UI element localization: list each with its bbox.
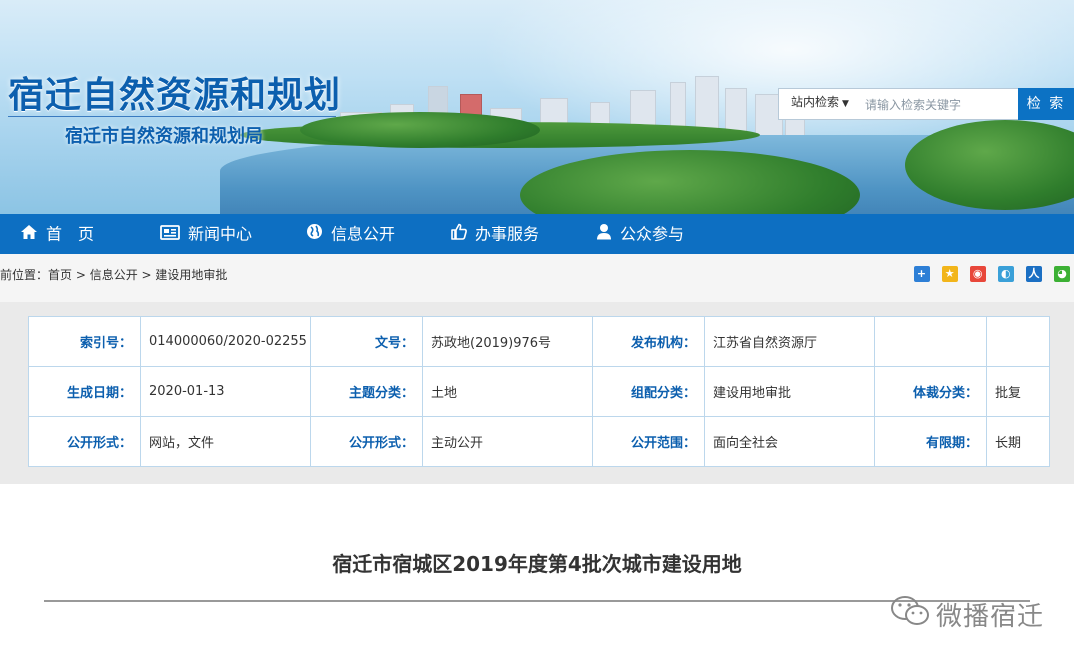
metadata-table: 索引号： 014000060/2020-02255 文号： 苏政地(2019)9… <box>28 316 1050 467</box>
main-nav: 首 页 新闻中心 信息公开 办事服务 公众参与 <box>0 214 1074 254</box>
user-icon <box>596 215 612 255</box>
title-divider <box>44 600 1030 602</box>
metadata-value: 主动公开 <box>422 416 593 467</box>
metadata-label: 索引号： <box>28 316 141 367</box>
newspaper-icon <box>160 215 180 255</box>
breadcrumb-prefix: 前位置： <box>0 268 49 282</box>
search-scope-label: 站内检索 <box>791 95 840 109</box>
article-content: 宿迁市宿城区2019年度第4批次城市建设用地 微播宿迁 <box>0 496 1074 661</box>
metadata-label: 公开范围： <box>592 416 705 467</box>
nav-label: 新闻中心 <box>188 224 253 244</box>
caret-down-icon: ▼ <box>842 99 849 109</box>
metadata-value <box>986 316 1050 367</box>
table-row: 公开形式： 网站，文件 公开形式： 主动公开 公开范围： 面向全社会 有限期： … <box>28 416 1050 467</box>
home-icon <box>20 215 38 255</box>
metadata-value: 批复 <box>986 366 1050 417</box>
renren-icon[interactable]: 人 <box>1025 266 1042 282</box>
nav-item-public-participation[interactable]: 公众参与 <box>596 214 684 254</box>
breadcrumb-link-home[interactable]: 首页 <box>48 268 72 282</box>
site-logo-subtitle: 宿迁市自然资源和规划局 <box>65 126 263 147</box>
metadata-label <box>874 316 987 367</box>
breadcrumb-link-info-public[interactable]: 信息公开 <box>90 268 138 282</box>
metadata-value: 土地 <box>422 366 593 417</box>
logo-divider <box>8 116 336 117</box>
breadcrumb: 前位置：首页 > 信息公开 > 建设用地审批 <box>0 266 227 283</box>
qzone-icon[interactable]: ★ <box>941 266 958 282</box>
tencent-weibo-icon[interactable]: ◐ <box>997 266 1014 282</box>
site-logo-title[interactable]: 宿迁自然资源和规划 <box>8 66 341 118</box>
metadata-label: 文号： <box>310 316 423 367</box>
nav-item-info-public[interactable]: 信息公开 <box>306 214 395 254</box>
breadcrumb-separator: > <box>72 268 90 282</box>
wechat-icon <box>890 594 930 632</box>
metadata-label: 生成日期： <box>28 366 141 417</box>
nav-item-news[interactable]: 新闻中心 <box>160 214 252 254</box>
wechat-icon[interactable]: ◕ <box>1054 266 1070 282</box>
metadata-label: 有限期： <box>874 416 987 467</box>
table-row: 生成日期： 2020-01-13 主题分类： 土地 组配分类： 建设用地审批 体… <box>28 366 1050 417</box>
metadata-label: 公开形式： <box>28 416 141 467</box>
article-title: 宿迁市宿城区2019年度第4批次城市建设用地 <box>332 552 742 576</box>
document-metadata: 索引号： 014000060/2020-02255 文号： 苏政地(2019)9… <box>0 302 1074 484</box>
globe-icon <box>306 215 323 255</box>
search-button[interactable]: 检 索 <box>1018 88 1074 120</box>
nav-label: 公众参与 <box>620 224 685 244</box>
watermark-text: 微播宿迁 <box>936 602 1045 632</box>
metadata-value: 苏政地(2019)976号 <box>422 316 593 367</box>
metadata-value: 建设用地审批 <box>704 366 875 417</box>
metadata-label: 体裁分类： <box>874 366 987 417</box>
metadata-label: 发布机构： <box>592 316 705 367</box>
search-input[interactable] <box>863 92 1017 118</box>
breadcrumb-current: 建设用地审批 <box>155 268 228 282</box>
metadata-label: 公开形式： <box>310 416 423 467</box>
search-scope-dropdown[interactable]: 站内检索 ▼ <box>779 89 859 119</box>
breadcrumb-separator: > <box>137 268 156 282</box>
site-search: 站内检索▼ 检 索 <box>778 88 1074 120</box>
metadata-value: 面向全社会 <box>704 416 875 467</box>
header-banner: 宿迁自然资源和规划 宿迁市自然资源和规划局 站内检索▼ 检 索 <box>0 0 1074 214</box>
nav-item-home[interactable]: 首 页 <box>20 214 94 254</box>
nav-label: 首 页 <box>46 224 95 244</box>
nav-label: 信息公开 <box>331 224 396 244</box>
nav-item-services[interactable]: 办事服务 <box>450 214 539 254</box>
metadata-label: 主题分类： <box>310 366 423 417</box>
share-toolbar: + ★ ◉ ◐ 人 ◕ <box>907 266 1070 283</box>
weibo-icon[interactable]: ◉ <box>969 266 986 282</box>
metadata-value: 江苏省自然资源厅 <box>704 316 875 367</box>
breadcrumb-bar: 前位置：首页 > 信息公开 > 建设用地审批 + ★ ◉ ◐ 人 ◕ <box>0 254 1074 302</box>
table-row: 索引号： 014000060/2020-02255 文号： 苏政地(2019)9… <box>28 316 1050 367</box>
nav-label: 办事服务 <box>475 224 540 244</box>
metadata-value: 网站，文件 <box>140 416 311 467</box>
metadata-label: 组配分类： <box>592 366 705 417</box>
thumbs-up-icon <box>450 215 467 255</box>
metadata-value: 长期 <box>986 416 1050 467</box>
metadata-value: 014000060/2020-02255 <box>140 316 311 367</box>
metadata-value: 2020-01-13 <box>140 366 311 417</box>
share-plus-icon[interactable]: + <box>913 266 930 282</box>
